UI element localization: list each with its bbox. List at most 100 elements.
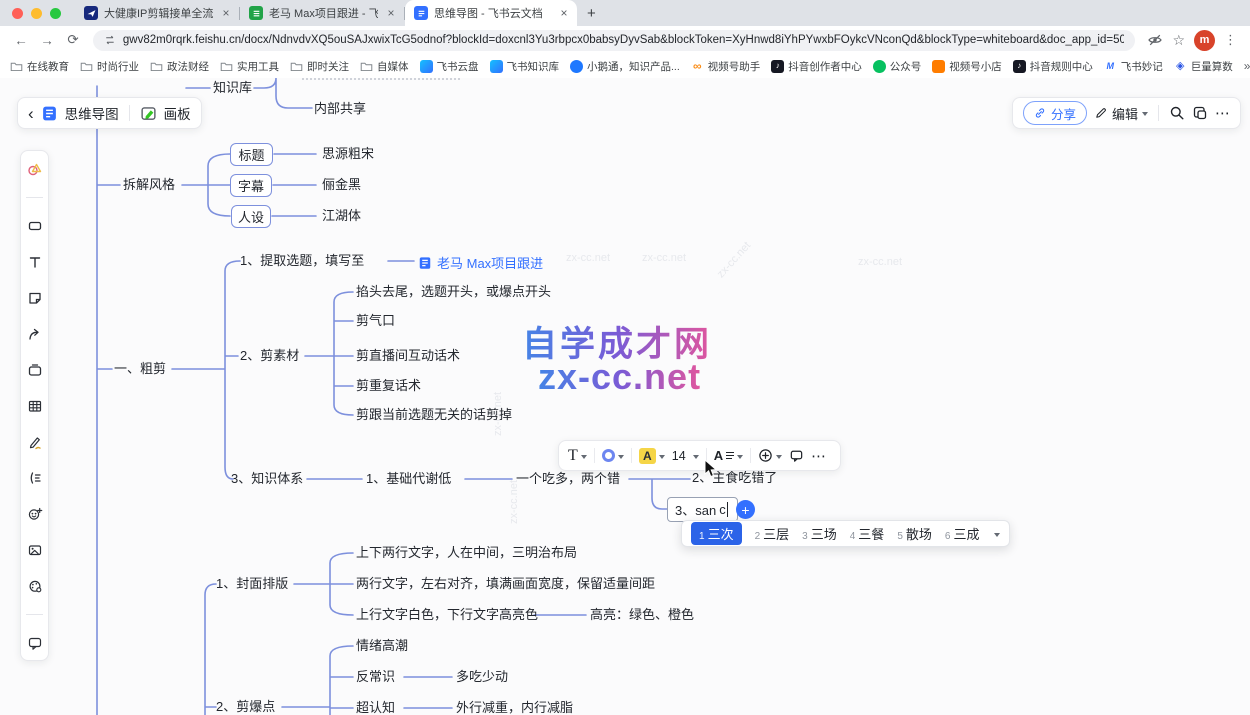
bookmark-item[interactable]: 飞书知识库 [490,59,560,74]
theme-palette-icon[interactable] [27,578,43,594]
text-style-button[interactable]: T [568,448,587,464]
mindmap-node-burst-c2v[interactable]: 多吃少动 [456,669,508,685]
bookmark-folder[interactable]: 在线教育 [10,59,69,74]
more-menu-icon[interactable]: ⋯ [1215,104,1230,122]
more-format-icon[interactable]: ⋯ [811,447,826,465]
mindmap-node-r2c1[interactable]: 掐头去尾，选题开头，或爆点开头 [356,284,551,300]
edit-mode-button[interactable]: 编辑 [1094,104,1148,123]
sticky-note-icon[interactable] [27,290,43,306]
ime-candidate[interactable]: 4三餐 [850,524,885,543]
image-tool-icon[interactable] [27,542,43,558]
mindmap-node-font1[interactable]: 思源粗宋 [322,146,374,162]
highlight-color-button[interactable]: A [639,448,665,464]
site-settings-icon[interactable] [104,34,116,46]
bookmark-item[interactable]: ♪抖音规则中心 [1013,59,1093,74]
ime-expand-icon[interactable] [994,533,1000,537]
maximize-window-button[interactable] [50,8,61,19]
draw-pen-icon[interactable] [27,434,43,450]
mindmap-box-title[interactable]: 标题 [230,143,273,166]
mindmap-node-burst-c2[interactable]: 反常识 [356,669,395,685]
mindmap-node-r2c3[interactable]: 剪直播间互动话术 [356,348,460,364]
back-icon[interactable]: ← [9,33,33,48]
bookmark-item[interactable]: 公众号 [873,59,922,74]
insert-button[interactable] [758,448,782,463]
mindmap-tool-icon[interactable] [27,470,43,486]
mindmap-node-style-root[interactable]: 拆解风格 [123,177,175,193]
mindmap-node-r1[interactable]: 1、提取选题，填写至 [240,253,364,269]
ime-candidate-selected[interactable]: 1三次 [691,522,742,545]
mindmap-node-r2c4[interactable]: 剪重复话术 [356,378,421,394]
profile-avatar[interactable]: m [1194,30,1215,51]
share-button[interactable]: 分享 [1023,101,1087,125]
shapes-tool-icon[interactable] [27,161,43,177]
browser-tab-active[interactable]: 思维导图 - 飞书云文档 × [405,0,577,26]
font-style-button[interactable]: A [714,448,743,463]
browser-menu-icon[interactable]: ⋮ [1224,32,1237,48]
catalog-icon[interactable] [1192,105,1208,121]
bookmark-item[interactable]: ♪抖音创作者中心 [771,59,862,74]
ime-candidate[interactable]: 6三成 [945,524,980,543]
mindmap-node-font3[interactable]: 江湖体 [322,208,361,224]
bookmark-star-icon[interactable]: ☆ [1172,32,1185,49]
mindmap-node-r2c5[interactable]: 剪跟当前选题无关的话剪掉 [356,407,512,423]
bookmark-folder[interactable]: 实用工具 [220,59,279,74]
bookmark-folder[interactable]: 时尚行业 [80,59,139,74]
whiteboard-canvas[interactable]: zx-cc.net zx-cc.net zx-cc.net zx-cc.net … [0,78,1250,715]
mindmap-editing-node[interactable]: 3、san c [667,497,738,522]
mindmap-node-cover-c3[interactable]: 上行文字白色，下行文字高亮色 [356,607,538,623]
mindmap-box-subtitle[interactable]: 字幕 [230,174,272,197]
mindmap-node-r3c2[interactable]: 一个吃多，两个错 [516,471,620,487]
mindmap-node-r3c1[interactable]: 1、基础代谢低 [366,471,451,487]
text-tool-icon[interactable] [27,254,43,270]
bookmark-folder[interactable]: 即时关注 [290,59,349,74]
close-tab-icon[interactable]: × [219,6,233,20]
ime-candidate[interactable]: 3三场 [802,524,837,543]
mindmap-node-font2[interactable]: 俪金黑 [322,177,361,193]
search-icon[interactable] [1169,105,1185,121]
mindmap-node-burst-c1[interactable]: 情绪高潮 [356,638,408,654]
shape-color-button[interactable] [602,449,624,462]
close-tab-icon[interactable]: × [557,6,571,20]
back-icon[interactable]: ‹ [28,105,34,122]
mindmap-node-rough-cut[interactable]: 一、粗剪 [114,361,166,377]
board-tab-label[interactable]: 画板 [164,103,191,123]
mindmap-node-burst-root[interactable]: 2、剪爆点 [216,699,275,715]
mindmap-node-r2c2[interactable]: 剪气口 [356,313,395,329]
forward-icon[interactable]: → [35,33,59,48]
mindmap-node-r2[interactable]: 2、剪素材 [240,348,299,364]
section-tool-icon[interactable] [27,362,43,378]
bookmark-item[interactable]: 视频号小店 [932,59,1002,74]
mindmap-doc-link[interactable]: 老马 Max项目跟进 [418,253,543,272]
mindmap-node-r3[interactable]: 3、知识体系 [231,471,303,487]
mindmap-node-burst-c3v[interactable]: 外行减重，内行减脂 [456,700,573,715]
bookmark-item[interactable]: ∞视频号助手 [691,59,761,74]
reload-icon[interactable]: ⟳ [61,32,85,48]
rectangle-tool-icon[interactable] [27,218,43,234]
font-size-selector[interactable]: 14 [672,449,699,463]
browser-tab-2[interactable]: 老马 Max项目跟进 - 飞书云文... × [240,0,404,26]
mindmap-node-cover-root[interactable]: 1、封面排版 [216,576,288,592]
mindmap-node-knowledge-base[interactable]: 知识库 [213,80,252,96]
new-tab-button[interactable]: + [577,5,606,22]
mindmap-node-cover-c2[interactable]: 两行文字，左右对齐，填满画面宽度，保留适量间距 [356,576,655,592]
emoji-sticker-icon[interactable] [27,506,43,522]
minimize-window-button[interactable] [31,8,42,19]
close-tab-icon[interactable]: × [384,6,398,20]
connector-tool-icon[interactable] [27,326,43,342]
ime-candidate[interactable]: 5散场 [897,524,932,543]
bookmark-folder[interactable]: 政法财经 [150,59,209,74]
mindmap-node-internal-share[interactable]: 内部共享 [314,101,366,117]
comment-button[interactable] [789,448,804,463]
add-sibling-node-button[interactable]: + [736,500,755,519]
mindmap-node-cover-c1[interactable]: 上下两行文字，人在中间，三明治布局 [356,545,577,561]
bookmark-item[interactable]: M飞书妙记 [1104,59,1163,74]
url-bar[interactable]: gwv82m0rqrk.feishu.cn/docx/NdnvdvXQ5ouSA… [93,30,1135,51]
mindmap-node-cover-c3v[interactable]: 高亮：绿色、橙色 [590,607,694,623]
password-eye-off-icon[interactable] [1147,32,1163,48]
mindmap-box-persona[interactable]: 人设 [231,205,271,228]
bookmark-item[interactable]: ◈巨量算数 [1174,59,1233,74]
bookmark-item[interactable]: 飞书云盘 [420,59,479,74]
bookmark-folder[interactable]: 自媒体 [360,59,409,74]
comment-tool-icon[interactable] [27,635,43,651]
close-window-button[interactable] [12,8,23,19]
